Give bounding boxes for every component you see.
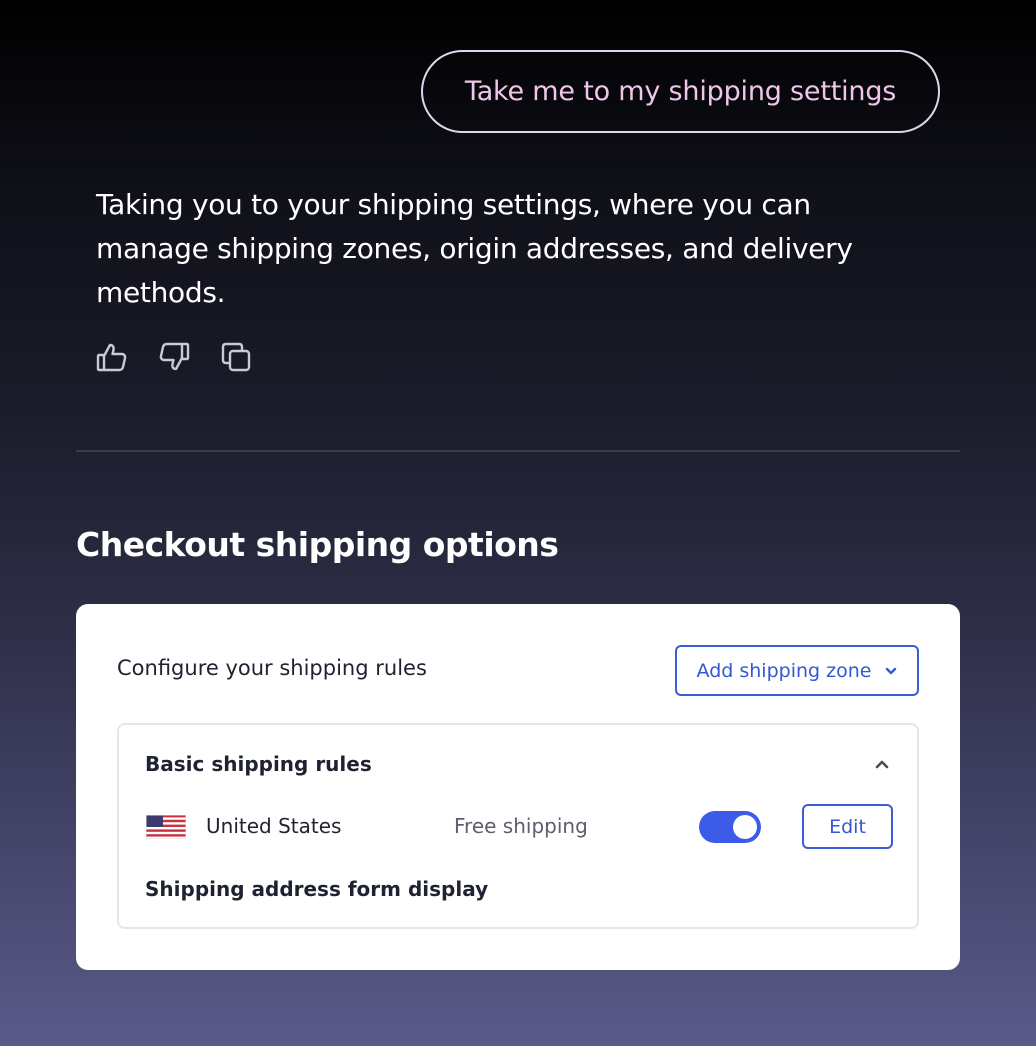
edit-button[interactable]: Edit	[802, 804, 893, 849]
card-header-label: Configure your shipping rules	[117, 656, 427, 680]
shipping-rules-card: Configure your shipping rules Add shippi…	[76, 604, 960, 970]
divider	[76, 450, 960, 452]
toggle-knob	[733, 815, 757, 839]
rules-title: Basic shipping rules	[145, 752, 372, 776]
user-message-text: Take me to my shipping settings	[464, 76, 897, 107]
us-flag-icon	[146, 815, 186, 839]
chevron-up-icon[interactable]	[873, 755, 891, 773]
copy-icon[interactable]	[219, 340, 253, 374]
address-form-label: Shipping address form display	[145, 877, 489, 901]
thumbs-up-icon[interactable]	[95, 340, 129, 374]
user-message-bubble: Take me to my shipping settings	[421, 50, 940, 133]
shipping-type: Free shipping	[454, 814, 588, 838]
basic-shipping-rules-panel: Basic shipping rules United States Free …	[117, 723, 919, 929]
chevron-down-icon	[886, 667, 897, 674]
add-shipping-zone-button[interactable]: Add shipping zone	[675, 645, 919, 696]
thumbs-down-icon[interactable]	[157, 340, 191, 374]
free-shipping-toggle[interactable]	[699, 811, 761, 843]
add-shipping-zone-label: Add shipping zone	[696, 659, 872, 682]
message-actions	[95, 340, 253, 374]
assistant-message: Taking you to your shipping settings, wh…	[96, 188, 853, 309]
country-name: United States	[206, 814, 342, 838]
section-title: Checkout shipping options	[76, 525, 559, 564]
